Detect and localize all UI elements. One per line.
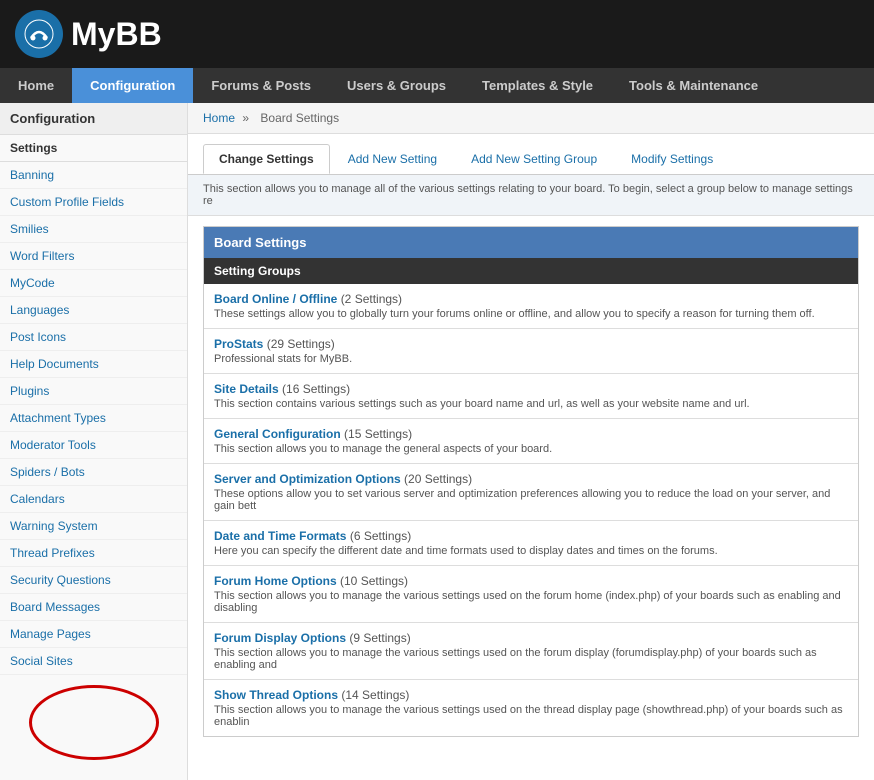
setting-group-desc: This section allows you to manage the va… — [214, 704, 848, 728]
logo-area: MyBB — [15, 10, 162, 58]
nav-templates-style[interactable]: Templates & Style — [464, 68, 611, 103]
sidebar-item-thread-prefixes[interactable]: Thread Prefixes — [0, 540, 187, 567]
breadcrumb-home[interactable]: Home — [203, 111, 235, 125]
breadcrumb-current: Board Settings — [260, 111, 339, 125]
setting-group-desc: These settings allow you to globally tur… — [214, 308, 848, 320]
setting-groups-header: Setting Groups — [204, 258, 858, 284]
setting-group-row: Site Details (16 Settings) This section … — [204, 374, 858, 419]
setting-group-link[interactable]: Board Online / Offline — [214, 292, 337, 306]
setting-count: (14 Settings) — [341, 688, 409, 702]
sidebar-item-manage-pages[interactable]: Manage Pages — [0, 621, 187, 648]
red-circle-annotation — [29, 685, 159, 760]
nav-configuration[interactable]: Configuration — [72, 68, 193, 103]
setting-group-row: Server and Optimization Options (20 Sett… — [204, 464, 858, 521]
setting-group-row: Board Online / Offline (2 Settings) Thes… — [204, 284, 858, 329]
main-content: Home » Board Settings Change Settings Ad… — [188, 103, 874, 780]
setting-count: (29 Settings) — [267, 337, 335, 351]
tab-modify-settings[interactable]: Modify Settings — [615, 144, 729, 174]
sidebar-item-help-documents[interactable]: Help Documents — [0, 351, 187, 378]
sidebar-item-banning[interactable]: Banning — [0, 162, 187, 189]
setting-group-row: Forum Display Options (9 Settings) This … — [204, 623, 858, 680]
sidebar-item-mycode[interactable]: MyCode — [0, 270, 187, 297]
sidebar-subtitle: Settings — [0, 135, 187, 162]
nav-home[interactable]: Home — [0, 68, 72, 103]
section-description: This section allows you to manage all of… — [188, 175, 874, 216]
tabs-bar: Change Settings Add New Setting Add New … — [188, 134, 874, 175]
setting-group-desc: Professional stats for MyBB. — [214, 353, 848, 365]
content-area: Configuration Settings Banning Custom Pr… — [0, 103, 874, 780]
setting-count: (2 Settings) — [341, 292, 402, 306]
setting-group-link[interactable]: Forum Home Options — [214, 574, 337, 588]
setting-group-link[interactable]: Forum Display Options — [214, 631, 346, 645]
sidebar-item-board-messages[interactable]: Board Messages — [0, 594, 187, 621]
setting-groups-list: Board Online / Offline (2 Settings) Thes… — [204, 284, 858, 736]
sidebar-item-smilies[interactable]: Smilies — [0, 216, 187, 243]
board-settings-header: Board Settings — [204, 227, 858, 258]
setting-group-link[interactable]: ProStats — [214, 337, 263, 351]
sidebar-item-warning-system[interactable]: Warning System — [0, 513, 187, 540]
setting-group-desc: Here you can specify the different date … — [214, 545, 848, 557]
setting-count: (16 Settings) — [282, 382, 350, 396]
setting-count: (9 Settings) — [349, 631, 410, 645]
setting-group-row: Date and Time Formats (6 Settings) Here … — [204, 521, 858, 566]
board-settings-panel: Board Settings Setting Groups Board Onli… — [203, 226, 859, 737]
nav-tools-maintenance[interactable]: Tools & Maintenance — [611, 68, 776, 103]
setting-group-desc: This section allows you to manage the va… — [214, 647, 848, 671]
tab-add-new-setting[interactable]: Add New Setting — [332, 144, 453, 174]
sidebar-item-plugins[interactable]: Plugins — [0, 378, 187, 405]
setting-group-link[interactable]: General Configuration — [214, 427, 341, 441]
setting-group-desc: This section allows you to manage the va… — [214, 590, 848, 614]
setting-group-row: Show Thread Options (14 Settings) This s… — [204, 680, 858, 736]
setting-group-link[interactable]: Site Details — [214, 382, 279, 396]
setting-group-desc: This section allows you to manage the ge… — [214, 443, 848, 455]
sidebar: Configuration Settings Banning Custom Pr… — [0, 103, 188, 780]
setting-count: (10 Settings) — [340, 574, 408, 588]
setting-group-desc: This section contains various settings s… — [214, 398, 848, 410]
setting-group-row: ProStats (29 Settings) Professional stat… — [204, 329, 858, 374]
setting-group-row: General Configuration (15 Settings) This… — [204, 419, 858, 464]
nav-users-groups[interactable]: Users & Groups — [329, 68, 464, 103]
sidebar-item-security-questions[interactable]: Security Questions — [0, 567, 187, 594]
sidebar-item-social-sites[interactable]: Social Sites — [0, 648, 187, 675]
tab-change-settings[interactable]: Change Settings — [203, 144, 330, 174]
setting-group-link[interactable]: Server and Optimization Options — [214, 472, 401, 486]
sidebar-item-moderator-tools[interactable]: Moderator Tools — [0, 432, 187, 459]
setting-count: (20 Settings) — [404, 472, 472, 486]
setting-group-link[interactable]: Show Thread Options — [214, 688, 338, 702]
sidebar-item-post-icons[interactable]: Post Icons — [0, 324, 187, 351]
header: MyBB — [0, 0, 874, 68]
sidebar-item-spiders-bots[interactable]: Spiders / Bots — [0, 459, 187, 486]
tab-add-new-setting-group[interactable]: Add New Setting Group — [455, 144, 613, 174]
nav-bar: Home Configuration Forums & Posts Users … — [0, 68, 874, 103]
breadcrumb: Home » Board Settings — [188, 103, 874, 134]
sidebar-item-custom-profile-fields[interactable]: Custom Profile Fields — [0, 189, 187, 216]
sidebar-item-calendars[interactable]: Calendars — [0, 486, 187, 513]
sidebar-item-word-filters[interactable]: Word Filters — [0, 243, 187, 270]
breadcrumb-separator: » — [242, 111, 249, 125]
sidebar-item-languages[interactable]: Languages — [0, 297, 187, 324]
setting-group-row: Forum Home Options (10 Settings) This se… — [204, 566, 858, 623]
nav-forums-posts[interactable]: Forums & Posts — [193, 68, 329, 103]
setting-count: (6 Settings) — [350, 529, 411, 543]
sidebar-section-title: Configuration — [0, 103, 187, 135]
setting-count: (15 Settings) — [344, 427, 412, 441]
setting-group-desc: These options allow you to set various s… — [214, 488, 848, 512]
sidebar-item-attachment-types[interactable]: Attachment Types — [0, 405, 187, 432]
logo-text: MyBB — [71, 16, 162, 53]
logo-icon — [15, 10, 63, 58]
setting-group-link[interactable]: Date and Time Formats — [214, 529, 346, 543]
